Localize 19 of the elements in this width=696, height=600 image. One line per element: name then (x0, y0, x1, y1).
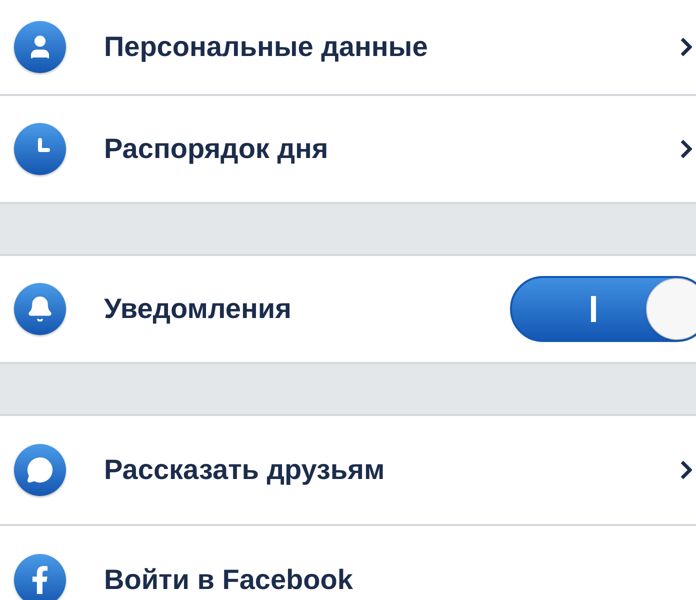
settings-row[interactable]: Рассказать друзьям (0, 416, 696, 526)
row-label: Распорядок дня (104, 132, 330, 166)
bell-icon (14, 283, 66, 335)
settings-row[interactable]: Уведомления (0, 256, 696, 364)
chat-bubble-icon (14, 444, 66, 496)
settings-row[interactable]: Персональные данные (0, 0, 696, 96)
row-label: Уведомления (104, 292, 292, 326)
settings-row[interactable]: Войти в Facebook (0, 526, 696, 600)
clock-icon (14, 123, 66, 175)
person-icon (14, 21, 66, 73)
row-label: Рассказать друзьям (104, 453, 386, 487)
chevron-icon (680, 139, 692, 159)
row-label: Персональные данные (104, 30, 429, 64)
chevron-icon (680, 37, 692, 57)
settings-row[interactable]: Распорядок дня (0, 96, 696, 204)
chevron-icon (680, 460, 692, 480)
row-label: Войти в Facebook (104, 563, 354, 597)
notifications-switch[interactable] (510, 276, 696, 342)
facebook-icon (14, 554, 66, 600)
